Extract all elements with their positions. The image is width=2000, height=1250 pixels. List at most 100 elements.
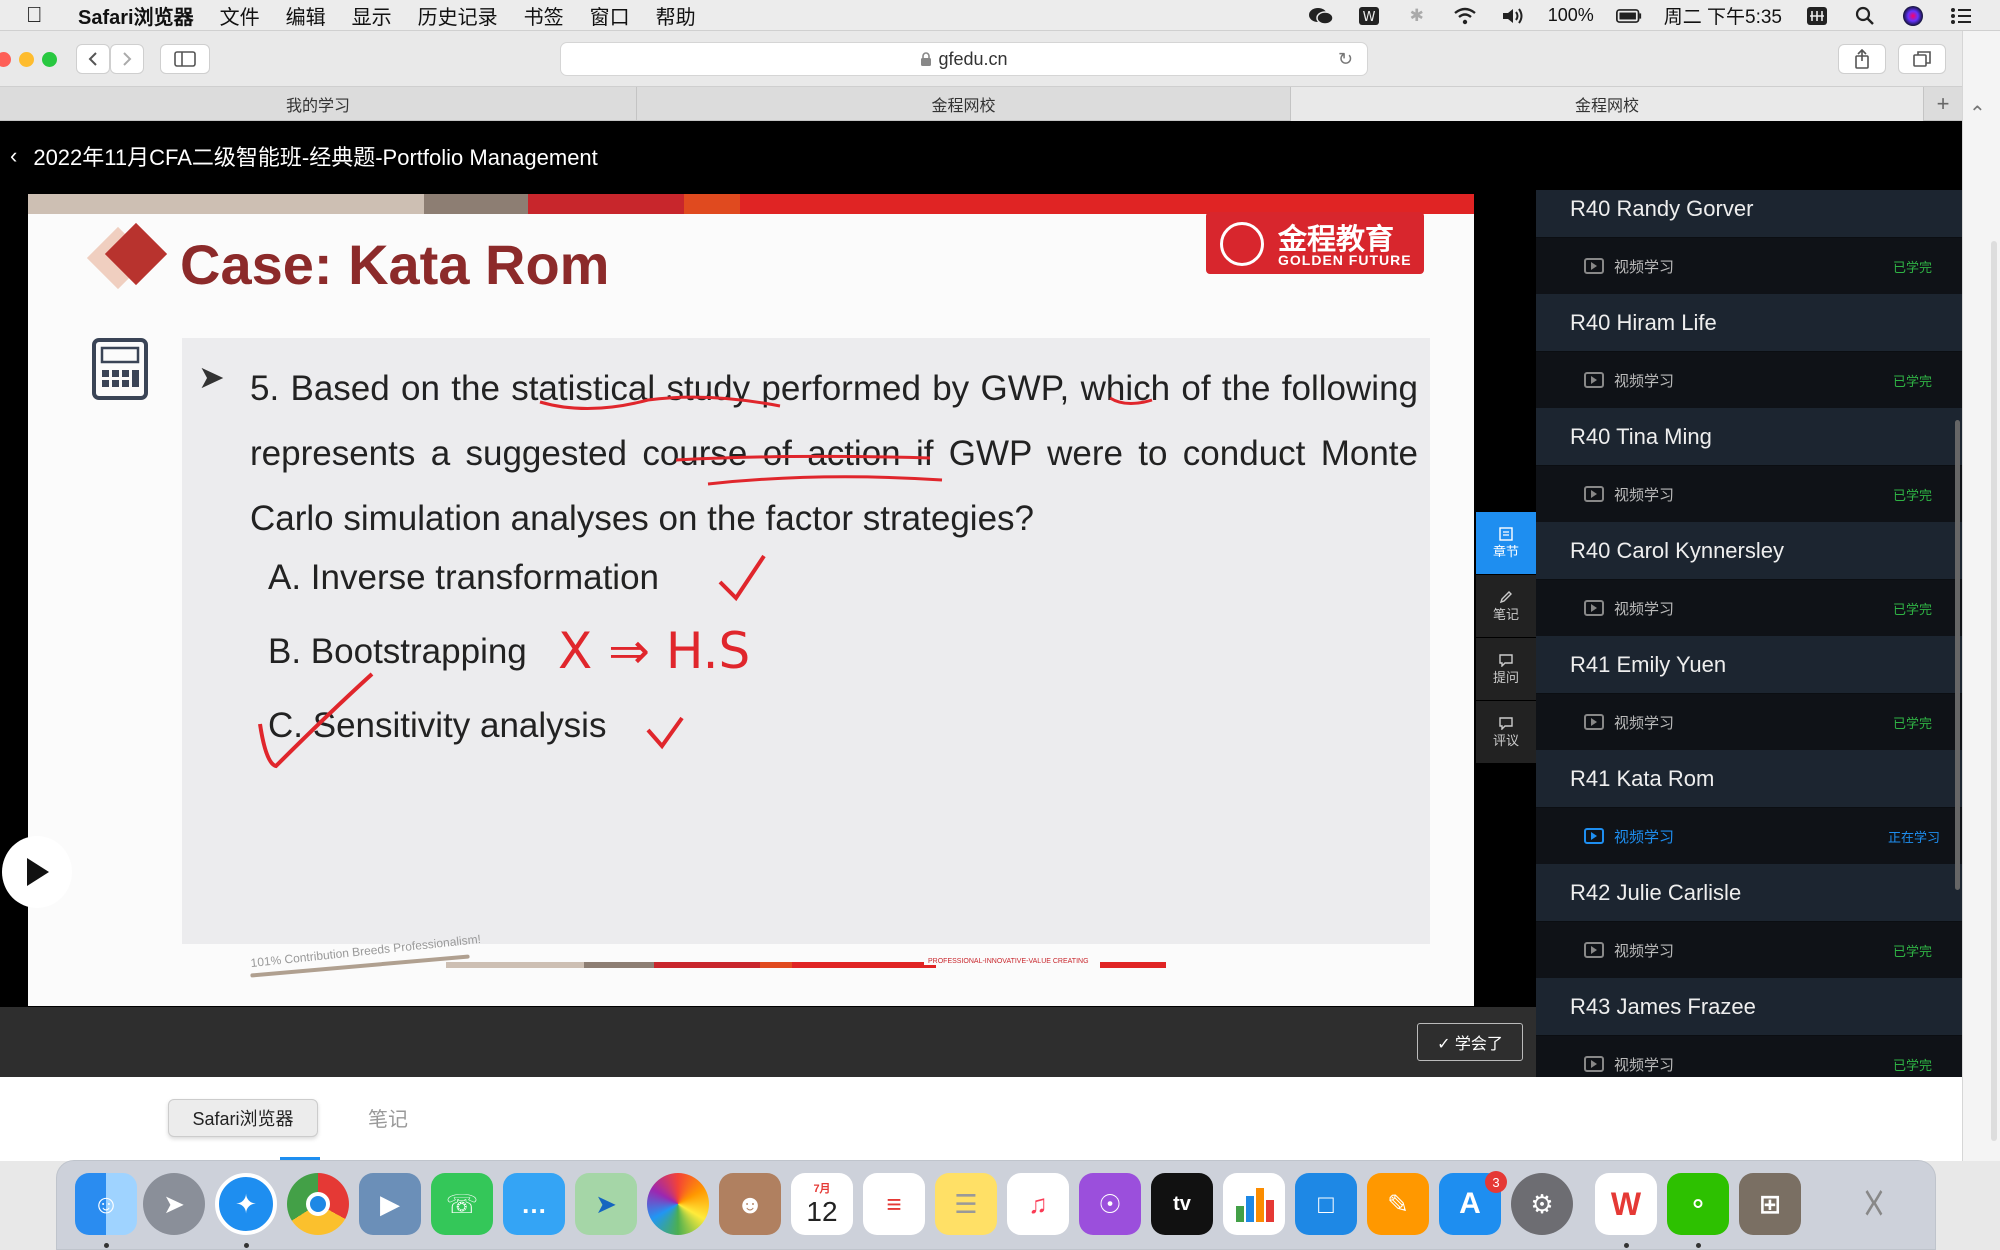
- lesson-item[interactable]: 视频学习 已学完: [1536, 694, 1962, 750]
- photos-icon[interactable]: [647, 1173, 709, 1235]
- menu-clock[interactable]: 周二 下午5:35: [1664, 2, 1782, 29]
- battery-icon[interactable]: [1615, 6, 1642, 26]
- tab-label: 我的学习: [285, 98, 350, 115]
- menu-app-name[interactable]: Safari浏览器: [78, 1, 194, 30]
- close-window-button[interactable]: [0, 52, 11, 67]
- preview-icon[interactable]: ▶: [359, 1173, 421, 1235]
- chapter-list-scrollbar[interactable]: [1955, 420, 1960, 890]
- chapter-item: R40 Tina Ming 视频学习 已学完: [1536, 408, 1962, 522]
- slide-footer-text: PROFESSIONAL-INNOVATIVE-VALUE CREATING: [924, 958, 1093, 965]
- pages-icon[interactable]: ✎: [1367, 1173, 1429, 1235]
- apple-tv-icon[interactable]: tv: [1151, 1173, 1213, 1235]
- lesson-item[interactable]: 视频学习 已学完: [1536, 238, 1962, 294]
- lesson-item-current[interactable]: 视频学习 正在学习: [1536, 808, 1962, 864]
- wechat-status-icon[interactable]: [1308, 6, 1334, 26]
- contacts-icon[interactable]: ☻: [719, 1173, 781, 1235]
- finder-icon[interactable]: ☺: [75, 1173, 137, 1235]
- back-button[interactable]: [76, 44, 110, 74]
- zoom-window-button[interactable]: [42, 52, 57, 67]
- address-bar[interactable]: gfedu.cn ↻: [560, 42, 1368, 76]
- lesson-label: 视频学习: [1614, 258, 1675, 276]
- url-text: gfedu.cn: [938, 48, 1008, 69]
- wps-icon[interactable]: W: [1595, 1173, 1657, 1235]
- lesson-label: 视频学习: [1614, 828, 1675, 846]
- wechat-icon[interactable]: ⚬: [1667, 1173, 1729, 1235]
- chevron-up-icon[interactable]: ⌃: [1969, 101, 1986, 126]
- reload-icon[interactable]: ↻: [1338, 49, 1353, 70]
- player-control-bar: [0, 1007, 1536, 1077]
- reminders-icon[interactable]: ≡: [863, 1173, 925, 1235]
- numbers-icon[interactable]: [1223, 1173, 1285, 1235]
- input-method-icon[interactable]: [1804, 6, 1830, 26]
- tab-bar: 我的学习 金程网校 金程网校 +: [0, 87, 1962, 121]
- chevron-left-icon: [88, 52, 97, 66]
- menu-history[interactable]: 历史记录: [418, 1, 498, 30]
- new-tab-button[interactable]: +: [1924, 87, 1962, 120]
- calculator-app-icon[interactable]: ⊞: [1739, 1173, 1801, 1235]
- chapter-title[interactable]: R40 Tina Ming: [1536, 408, 1962, 466]
- notification-center-icon[interactable]: [1948, 6, 1974, 26]
- wps-status-icon[interactable]: W: [1356, 6, 1382, 26]
- safari-icon[interactable]: ✦: [215, 1173, 277, 1235]
- tab-gfedu-1[interactable]: 金程网校: [637, 87, 1291, 121]
- apple-icon[interactable]: : [26, 2, 56, 28]
- side-tab-reviews[interactable]: 评议: [1476, 701, 1536, 763]
- launchpad-icon[interactable]: ➤: [143, 1173, 205, 1235]
- bluetooth-icon[interactable]: ✱: [1404, 6, 1430, 26]
- player-side-tabs: 章节 笔记 提问 评议: [1476, 512, 1536, 764]
- menu-bookmarks[interactable]: 书签: [524, 1, 564, 30]
- notes-icon[interactable]: ☰: [935, 1173, 997, 1235]
- mark-learned-button[interactable]: ✓ 学会了: [1417, 1023, 1523, 1061]
- lesson-item[interactable]: 视频学习 已学完: [1536, 580, 1962, 636]
- chapter-item: R42 Julie Carlisle 视频学习 已学完: [1536, 864, 1962, 978]
- minimize-window-button[interactable]: [19, 52, 34, 67]
- lesson-item[interactable]: 视频学习 已学完: [1536, 352, 1962, 408]
- sidebar-toggle-button[interactable]: [160, 44, 210, 74]
- trash-icon[interactable]: ☓: [1843, 1173, 1905, 1235]
- notes-tab[interactable]: 笔记: [368, 1103, 408, 1132]
- music-icon[interactable]: ♫: [1007, 1173, 1069, 1235]
- menu-view[interactable]: 显示: [352, 1, 392, 30]
- podcasts-icon[interactable]: ☉: [1079, 1173, 1141, 1235]
- tab-label: 金程网校: [931, 98, 996, 115]
- system-preferences-icon[interactable]: ⚙: [1511, 1173, 1573, 1235]
- chapter-title[interactable]: R42 Julie Carlisle: [1536, 864, 1962, 922]
- chapter-title[interactable]: R41 Emily Yuen: [1536, 636, 1962, 694]
- chapter-title[interactable]: R40 Hiram Life: [1536, 294, 1962, 352]
- chapter-title[interactable]: R40 Carol Kynnersley: [1536, 522, 1962, 580]
- keynote-icon[interactable]: □: [1295, 1173, 1357, 1235]
- tab-my-study[interactable]: 我的学习: [0, 87, 637, 121]
- maps-icon[interactable]: ➤: [575, 1173, 637, 1235]
- chrome-icon[interactable]: [287, 1173, 349, 1235]
- side-tab-notes[interactable]: 笔记: [1476, 575, 1536, 637]
- share-button[interactable]: [1838, 44, 1886, 74]
- chapter-title[interactable]: R40 Randy Gorver: [1536, 190, 1962, 238]
- side-tab-questions[interactable]: 提问: [1476, 638, 1536, 700]
- facetime-icon[interactable]: ☏: [431, 1173, 493, 1235]
- tab-overview-button[interactable]: [1898, 44, 1946, 74]
- menu-window[interactable]: 窗口: [590, 1, 630, 30]
- chapter-title[interactable]: R41 Kata Rom: [1536, 750, 1962, 808]
- chapter-title[interactable]: R43 James Frazee: [1536, 978, 1962, 1036]
- calendar-icon[interactable]: 7月 12: [791, 1173, 853, 1235]
- lesson-item[interactable]: 视频学习 已学完: [1536, 466, 1962, 522]
- forward-button[interactable]: [110, 44, 144, 74]
- side-tab-chapters[interactable]: 章节: [1476, 512, 1536, 574]
- lesson-item[interactable]: 视频学习 已学完: [1536, 1036, 1962, 1077]
- lesson-label: 视频学习: [1614, 1056, 1675, 1074]
- wifi-icon[interactable]: [1452, 6, 1478, 26]
- siri-icon[interactable]: [1900, 5, 1926, 26]
- spotlight-search-icon[interactable]: [1852, 6, 1878, 26]
- page-scrollbar[interactable]: [1991, 241, 1997, 1141]
- lesson-status: 已学完: [1892, 373, 1932, 389]
- menu-file[interactable]: 文件: [220, 1, 260, 30]
- menu-edit[interactable]: 编辑: [286, 1, 326, 30]
- menu-help[interactable]: 帮助: [656, 1, 696, 30]
- messages-icon[interactable]: …: [503, 1173, 565, 1235]
- play-button[interactable]: [2, 836, 72, 908]
- tab-gfedu-2[interactable]: 金程网校: [1291, 87, 1924, 121]
- chevron-left-icon[interactable]: ‹: [10, 143, 17, 169]
- volume-icon[interactable]: [1500, 6, 1526, 26]
- lesson-item[interactable]: 视频学习 已学完: [1536, 922, 1962, 978]
- lesson-status: 已学完: [1892, 715, 1932, 731]
